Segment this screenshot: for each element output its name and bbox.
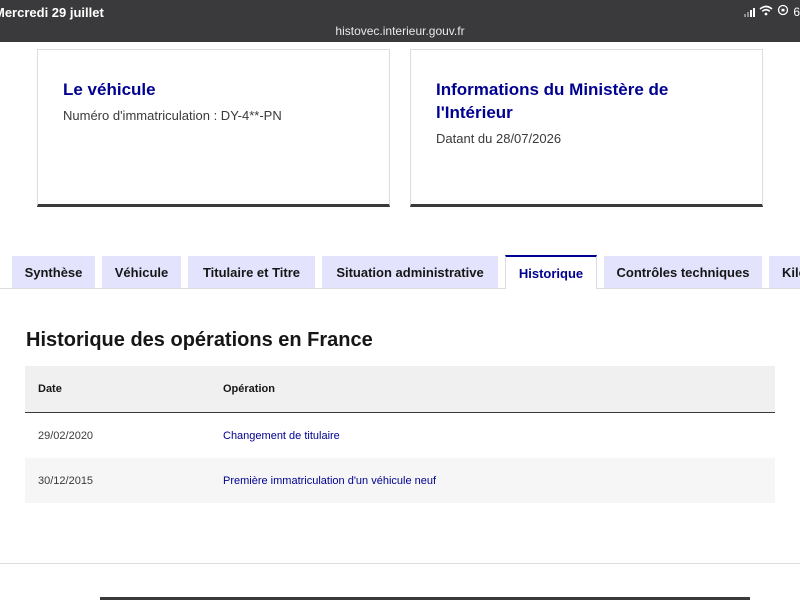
- orientation-lock-icon: [777, 4, 789, 19]
- wifi-icon: [759, 5, 773, 19]
- table-row: 29/02/2020 Changement de titulaire: [25, 413, 775, 458]
- vehicle-card: Le véhicule Numéro d'immatriculation : D…: [37, 49, 390, 207]
- historique-panel: Historique des opérations en France Date…: [0, 288, 800, 564]
- column-header-date: Date: [38, 383, 62, 395]
- vehicle-card-title: Le véhicule: [63, 80, 156, 99]
- status-icons: 6: [744, 4, 800, 19]
- tab-situation-administrative[interactable]: Situation administrative: [322, 256, 498, 288]
- row-date: 30/12/2015: [38, 474, 94, 487]
- tab-bar: Synthèse Véhicule Titulaire et Titre Sit…: [0, 255, 800, 289]
- section-title: Historique des opérations en France: [26, 329, 373, 351]
- tab-controles-techniques[interactable]: Contrôles techniques: [604, 256, 762, 288]
- ministry-card-title: Informations du Ministère de l'Intérieur: [436, 80, 669, 122]
- ministry-date: Datant du 28/07/2026: [436, 131, 562, 146]
- table-row: 30/12/2015 Première immatriculation d'un…: [25, 458, 775, 503]
- operations-table: Date Opération 29/02/2020 Changement de …: [25, 366, 775, 503]
- column-header-operation: Opération: [223, 383, 275, 395]
- tab-synthese[interactable]: Synthèse: [12, 256, 95, 288]
- row-operation-link[interactable]: Première immatriculation d'un véhicule n…: [210, 475, 775, 487]
- tab-vehicule[interactable]: Véhicule: [102, 256, 181, 288]
- tab-kilometrage[interactable]: Kilo: [769, 256, 800, 288]
- registration-number: Numéro d'immatriculation : DY-4**-PN: [63, 108, 282, 123]
- cellular-signal-icon: [744, 7, 756, 17]
- tab-titulaire-titre[interactable]: Titulaire et Titre: [188, 256, 315, 288]
- status-date: Mercredi 29 juillet: [0, 5, 104, 20]
- ministry-card: Informations du Ministère de l'Intérieur…: [410, 49, 763, 207]
- row-date: 29/02/2020: [38, 429, 94, 442]
- battery-percent: 6: [793, 4, 800, 19]
- status-bar: Mercredi 29 juillet 6 histovec.interieur…: [0, 0, 800, 42]
- row-operation-link[interactable]: Changement de titulaire: [210, 430, 775, 442]
- table-header: Date Opération: [25, 366, 775, 413]
- tab-historique[interactable]: Historique: [505, 255, 597, 289]
- address-bar[interactable]: histovec.interieur.gouv.fr: [0, 24, 800, 38]
- page-content: Le véhicule Numéro d'immatriculation : D…: [0, 42, 800, 600]
